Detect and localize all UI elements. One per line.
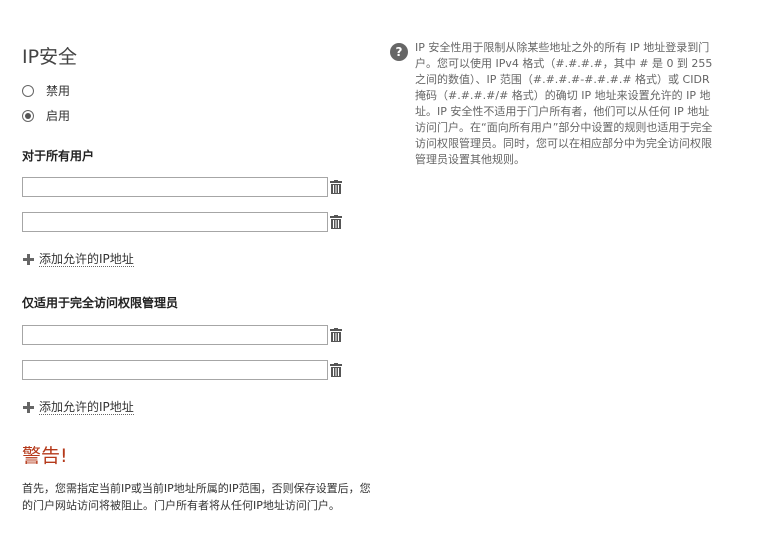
admins-label: 仅适用于完全访问权限管理员 (22, 296, 179, 310)
warning-text: 首先，您需指定当前IP或当前IP地址所属的IP范围，否则保存设置后，您的门户网站… (22, 482, 371, 512)
enable-radio[interactable] (22, 109, 34, 122)
add-ip-link[interactable]: 添加允许的IP地址 (39, 400, 134, 415)
trash-icon[interactable] (330, 180, 342, 194)
trash-icon[interactable] (330, 215, 342, 229)
all-users-ip-input-1[interactable] (22, 177, 328, 197)
help-icon: ? (390, 43, 408, 61)
help-text: IP 安全性用于限制从除某些地址之外的所有 IP 地址登录到门户。您可以使用 I… (415, 41, 713, 166)
disable-label: 禁用 (46, 84, 71, 98)
enable-label: 启用 (46, 109, 71, 123)
all-users-add-ip-button[interactable]: 添加允许的IP地址 (23, 252, 134, 267)
trash-icon[interactable] (330, 328, 342, 342)
disable-radio[interactable] (22, 84, 34, 97)
admins-ip-input-1[interactable] (22, 325, 328, 345)
admins-add-ip-button[interactable]: 添加允许的IP地址 (23, 400, 134, 415)
all-users-ip-input-2[interactable] (22, 212, 328, 232)
disable-option[interactable]: 禁用 (22, 82, 70, 99)
enable-option[interactable]: 启用 (22, 107, 70, 124)
plus-icon (23, 402, 34, 413)
trash-icon[interactable] (330, 363, 342, 377)
add-ip-link[interactable]: 添加允许的IP地址 (39, 252, 134, 267)
all-users-label: 对于所有用户 (22, 149, 95, 163)
warning-title: 警告! (22, 445, 68, 467)
page-title: IP安全 (22, 46, 78, 68)
admins-ip-input-2[interactable] (22, 360, 328, 380)
plus-icon (23, 254, 34, 265)
